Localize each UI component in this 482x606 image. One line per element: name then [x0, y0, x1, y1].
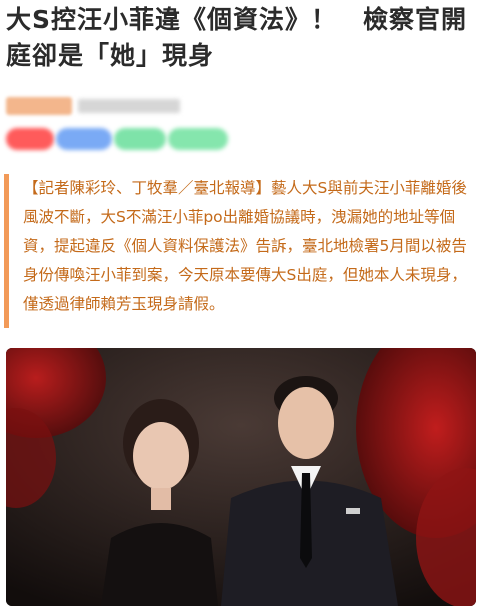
- author-row: [6, 96, 180, 116]
- article-photo: [6, 348, 476, 606]
- photo-illustration: [6, 348, 476, 606]
- author-name-blurred[interactable]: [78, 99, 180, 113]
- article-headline: 大S控汪小菲違《個資法》！ 檢察官開庭卻是「她」現身: [6, 5, 468, 70]
- author-avatar-blurred[interactable]: [6, 97, 72, 115]
- tag-blurred[interactable]: [168, 128, 228, 150]
- article-lead-quote: 【記者陳彩玲、丁牧羣／臺北報導】藝人大S與前夫汪小菲離婚後風波不斷，大S不滿汪小…: [4, 174, 470, 328]
- tag-list: [6, 128, 230, 152]
- tag-blurred[interactable]: [114, 128, 166, 150]
- tag-blurred[interactable]: [56, 128, 112, 150]
- tag-blurred[interactable]: [6, 128, 54, 150]
